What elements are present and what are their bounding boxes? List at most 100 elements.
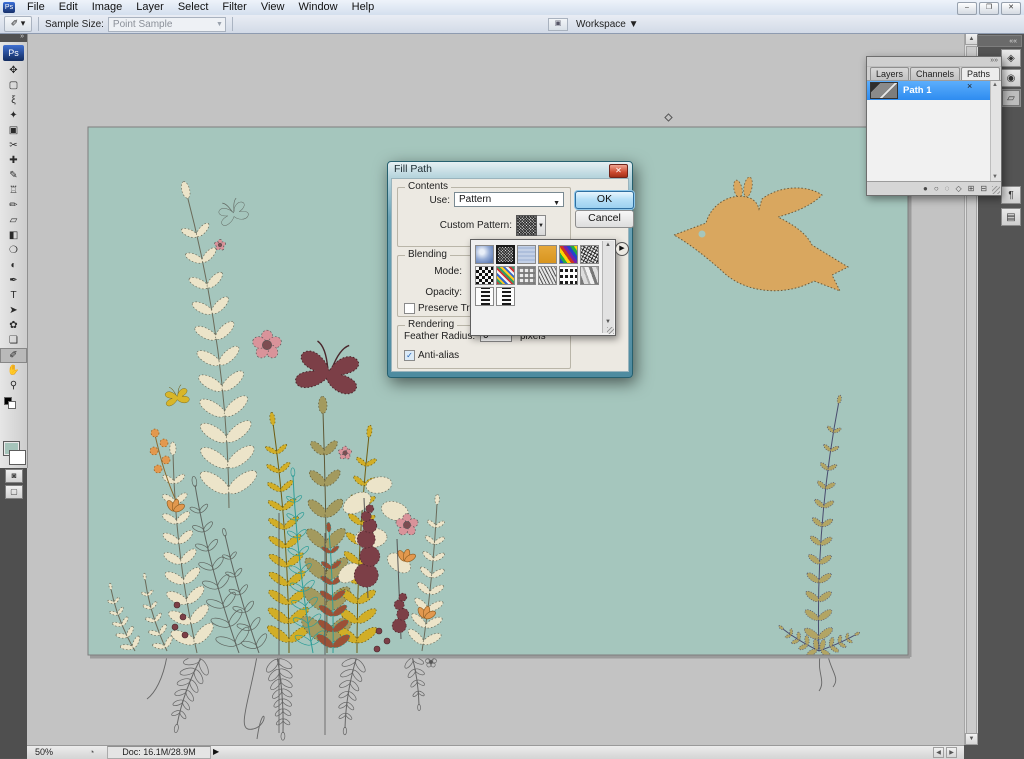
close-button[interactable]: ✕: [1001, 2, 1021, 15]
status-flyout-button[interactable]: ▶: [213, 747, 219, 756]
custom-shape-tool[interactable]: ✿: [0, 318, 27, 333]
pattern-noise-fine[interactable]: [538, 266, 557, 285]
path-row[interactable]: Path 1: [867, 81, 991, 100]
move-tool[interactable]: ✥: [0, 63, 27, 78]
new-path-button[interactable]: ⊞: [968, 183, 975, 195]
crop-tool[interactable]: ▣: [0, 123, 27, 138]
pattern-ornament-strip-2[interactable]: [496, 287, 515, 306]
healing-brush-tool[interactable]: ✚: [0, 153, 27, 168]
default-colors-icon[interactable]: [0, 395, 27, 407]
pattern-dashes-rows[interactable]: [559, 266, 578, 285]
lasso-tool[interactable]: ξ: [0, 93, 27, 108]
menu-image[interactable]: Image: [85, 0, 130, 15]
scroll-right-button[interactable]: ▶: [946, 747, 957, 758]
tab-paths[interactable]: Paths ×: [961, 67, 1000, 80]
sample-size-label: Sample Size:: [45, 19, 104, 30]
panel-scrollbar[interactable]: ▲▼: [990, 81, 1001, 181]
anti-alias-checkbox[interactable]: ✓: [404, 350, 415, 361]
zoom-level[interactable]: 50%: [33, 747, 71, 757]
dock-layers-icon[interactable]: ◈: [1001, 49, 1021, 67]
menu-edit[interactable]: Edit: [52, 0, 85, 15]
history-brush-tool[interactable]: ✏: [0, 198, 27, 213]
workspace-button[interactable]: ▣ Workspace ▼: [548, 17, 639, 31]
pen-tool[interactable]: ✒: [0, 273, 27, 288]
screen-mode-button[interactable]: ▢: [5, 485, 23, 499]
mode-label: Mode:: [410, 266, 462, 277]
document-canvas[interactable]: [27, 33, 964, 745]
slice-tool[interactable]: ✂: [0, 138, 27, 153]
tab-channels[interactable]: Channels: [910, 67, 960, 80]
clone-stamp-tool[interactable]: ♖: [0, 183, 27, 198]
eraser-tool[interactable]: ▱: [0, 213, 27, 228]
sample-size-select[interactable]: Point Sample ▼: [108, 17, 226, 32]
notes-tool[interactable]: ❏: [0, 333, 27, 348]
dock-paths-icon[interactable]: ▱: [1001, 89, 1021, 107]
paths-panel: »» LayersChannelsPaths ×▾≡ Path 1 ▲▼ ●○◌…: [866, 56, 1002, 196]
menu-view[interactable]: View: [254, 0, 292, 15]
brush-tool[interactable]: ✎: [0, 168, 27, 183]
custom-pattern-arrow[interactable]: ▼: [537, 215, 546, 236]
dock-collapse-button[interactable]: ««: [977, 35, 1022, 47]
zoom-tool[interactable]: ⚲: [0, 378, 27, 393]
blur-tool[interactable]: ❍: [0, 243, 27, 258]
dodge-tool[interactable]: ◐: [0, 258, 27, 273]
pattern-flyout-button[interactable]: ▶: [615, 242, 629, 256]
pattern-solid-orange[interactable]: [538, 245, 557, 264]
dialog-close-button[interactable]: ✕: [609, 164, 628, 178]
stroke-path-button[interactable]: ○: [934, 183, 939, 195]
minimize-button[interactable]: –: [957, 2, 977, 15]
dock-styles-icon[interactable]: ◉: [1001, 69, 1021, 87]
scroll-left-button[interactable]: ◀: [933, 747, 944, 758]
menu-filter[interactable]: Filter: [215, 0, 253, 15]
quick-selection-tool[interactable]: ✦: [0, 108, 27, 123]
dock-paragraph-icon[interactable]: ¶: [1001, 186, 1021, 204]
pattern-tie-dye[interactable]: [559, 245, 578, 264]
workspace-icon: ▣: [548, 18, 568, 31]
custom-pattern-swatch[interactable]: [516, 215, 537, 236]
toolbox-collapse-button[interactable]: »: [0, 33, 27, 42]
pattern-weave-blue[interactable]: [517, 245, 536, 264]
menu-select[interactable]: Select: [171, 0, 216, 15]
tab-layers[interactable]: Layers: [870, 67, 909, 80]
marquee-tool[interactable]: ▢: [0, 78, 27, 93]
menu-window[interactable]: Window: [292, 0, 345, 15]
ok-button[interactable]: OK: [575, 191, 634, 209]
pattern-blocks-gray[interactable]: [517, 266, 536, 285]
restore-button[interactable]: ❐: [979, 2, 999, 15]
hand-tool[interactable]: ✋: [0, 363, 27, 378]
pattern-resize-grip[interactable]: [607, 327, 614, 334]
path-thumbnail: [870, 82, 898, 99]
preserve-transparency-checkbox[interactable]: [404, 303, 415, 314]
eyedropper-tool[interactable]: ✐: [0, 348, 27, 363]
panel-resize-grip[interactable]: [992, 186, 1000, 194]
doc-size-readout: Doc: 16.1M/28.9M: [107, 746, 211, 759]
panel-collapse-button[interactable]: »»: [867, 57, 1001, 67]
document-pasteboard[interactable]: [27, 33, 964, 745]
menu-help[interactable]: Help: [345, 0, 382, 15]
delete-path-button[interactable]: ⊟: [980, 183, 987, 195]
dock-character-icon[interactable]: ▤: [1001, 208, 1021, 226]
tool-preset-button[interactable]: ✐ ▾: [4, 16, 32, 32]
quick-mask-button[interactable]: ◙: [5, 469, 23, 483]
pattern-noise-gray[interactable]: [496, 245, 515, 264]
pattern-confetti[interactable]: [496, 266, 515, 285]
fill-path-button[interactable]: ●: [923, 183, 928, 195]
menu-file[interactable]: File: [20, 0, 52, 15]
scroll-down-button[interactable]: ▼: [965, 733, 978, 745]
background-color-swatch[interactable]: [9, 450, 26, 465]
type-tool[interactable]: T: [0, 288, 27, 303]
pattern-camo-gray[interactable]: [580, 266, 599, 285]
path-selection-tool[interactable]: ➤: [0, 303, 27, 318]
pattern-clouds-blue[interactable]: [475, 245, 494, 264]
pattern-scrollbar[interactable]: ▲▼: [602, 241, 614, 333]
cancel-button[interactable]: Cancel: [575, 210, 634, 228]
make-work-path-button[interactable]: ◇: [955, 183, 961, 195]
gradient-tool[interactable]: ◧: [0, 228, 27, 243]
pattern-sketch-dark[interactable]: [580, 245, 599, 264]
load-selection-button[interactable]: ◌: [945, 183, 950, 195]
use-select[interactable]: Pattern▼: [454, 192, 564, 207]
pattern-checkerboard[interactable]: [475, 266, 494, 285]
tools-list: ✥▢ξ✦▣✂✚✎♖✏▱◧❍◐✒T➤✿❏✐✋⚲: [0, 63, 27, 393]
menu-layer[interactable]: Layer: [129, 0, 171, 15]
pattern-ornament-strip-1[interactable]: [475, 287, 494, 306]
